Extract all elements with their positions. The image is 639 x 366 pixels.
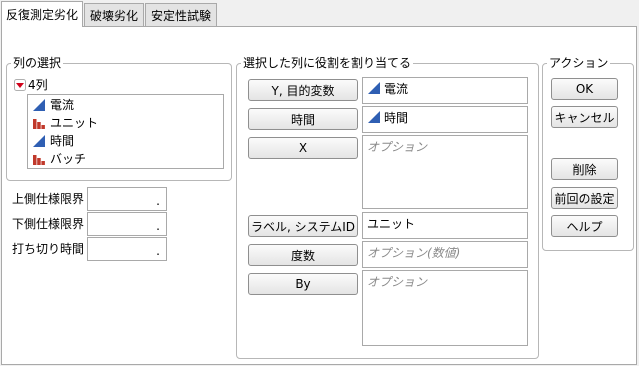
censor-time-value: . bbox=[156, 244, 160, 258]
label-role-value: ユニット bbox=[367, 217, 416, 231]
lower-spec-label: 下側仕様限界 bbox=[12, 217, 85, 231]
column-count[interactable]: 4列 bbox=[14, 76, 48, 93]
list-item[interactable]: ユニット bbox=[32, 114, 98, 131]
x-button[interactable]: X bbox=[248, 137, 358, 159]
continuous-icon bbox=[33, 134, 45, 147]
cancel-button[interactable]: キャンセル bbox=[551, 106, 618, 128]
lower-spec-field[interactable]: . bbox=[87, 212, 167, 236]
y-role-value: 電流 bbox=[384, 82, 409, 96]
actions-title: アクション bbox=[547, 56, 611, 70]
column-name: バッチ bbox=[50, 152, 87, 166]
censor-time-field[interactable]: . bbox=[87, 237, 167, 261]
by-role-placeholder: オプション bbox=[367, 275, 428, 289]
frequency-role-placeholder: オプション(数値) bbox=[367, 246, 461, 260]
tab-destructive[interactable]: 破壊劣化 bbox=[84, 3, 144, 26]
continuous-icon bbox=[368, 111, 380, 123]
label-system-id-button[interactable]: ラベル, システムID bbox=[248, 215, 358, 237]
tab-repeated-measures[interactable]: 反復測定劣化 bbox=[1, 1, 83, 27]
x-role-box[interactable]: オプション bbox=[362, 135, 528, 209]
time-button[interactable]: 時間 bbox=[248, 108, 358, 130]
by-button[interactable]: By bbox=[248, 273, 358, 295]
nominal-icon bbox=[33, 154, 45, 165]
upper-spec-label: 上側仕様限界 bbox=[12, 192, 85, 206]
continuous-icon bbox=[33, 98, 45, 111]
list-item[interactable]: 電流 bbox=[32, 96, 74, 113]
y-role-box[interactable]: 電流 bbox=[362, 77, 528, 104]
x-role-placeholder: オプション bbox=[367, 140, 428, 154]
censor-time-label: 打ち切り時間 bbox=[12, 242, 85, 256]
by-role-box[interactable]: オプション bbox=[362, 270, 528, 346]
list-item[interactable]: 時間 bbox=[32, 132, 74, 149]
frequency-button[interactable]: 度数 bbox=[248, 244, 358, 266]
disclosure-down-icon[interactable] bbox=[14, 78, 26, 91]
remove-button[interactable]: 削除 bbox=[551, 158, 618, 180]
frequency-role-box[interactable]: オプション(数値) bbox=[362, 241, 528, 268]
tab-stability[interactable]: 安定性試験 bbox=[145, 3, 217, 26]
nominal-icon bbox=[33, 118, 45, 129]
upper-spec-field[interactable]: . bbox=[87, 187, 167, 211]
label-role-box[interactable]: ユニット bbox=[362, 212, 528, 239]
time-role-box[interactable]: 時間 bbox=[362, 106, 528, 133]
upper-spec-value: . bbox=[156, 194, 160, 208]
column-name: ユニット bbox=[50, 116, 99, 130]
y-response-button[interactable]: Y, 目的変数 bbox=[248, 79, 358, 101]
recall-button[interactable]: 前回の設定 bbox=[551, 187, 618, 209]
help-button[interactable]: ヘルプ bbox=[551, 215, 618, 237]
column-name: 電流 bbox=[50, 98, 75, 112]
lower-spec-value: . bbox=[156, 219, 160, 233]
column-select-title: 列の選択 bbox=[11, 56, 64, 70]
column-count-label: 4列 bbox=[28, 78, 48, 92]
column-listbox[interactable]: 電流 ユニット 時間 バッチ bbox=[27, 94, 224, 169]
role-assign-title: 選択した列に役割を割り当てる bbox=[241, 56, 414, 70]
continuous-icon bbox=[368, 82, 380, 94]
column-name: 時間 bbox=[50, 134, 75, 148]
ok-button[interactable]: OK bbox=[551, 78, 618, 100]
list-item[interactable]: バッチ bbox=[32, 150, 86, 167]
time-role-value: 時間 bbox=[384, 111, 409, 125]
